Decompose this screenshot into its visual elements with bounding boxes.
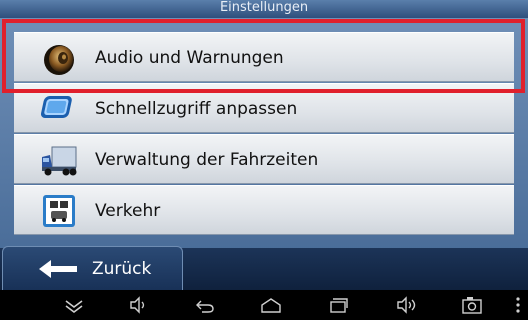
volume-down-icon[interactable] xyxy=(127,295,149,315)
back-button-label: Zurück xyxy=(92,259,152,279)
system-navigation-bar xyxy=(0,290,528,320)
menu-item-driving-times[interactable]: Verwaltung der Fahrzeiten xyxy=(14,134,514,184)
menu-item-shortcut[interactable]: Schnellzugriff anpassen xyxy=(14,83,514,133)
speaker-icon xyxy=(44,45,74,75)
shortcut-screen-icon xyxy=(40,96,72,118)
recent-apps-icon[interactable] xyxy=(327,295,349,315)
truck-icon xyxy=(42,146,77,176)
settings-screen: Einstellungen Audio und Warnungen Schnel… xyxy=(0,0,528,290)
menu-dots-icon[interactable] xyxy=(513,295,523,315)
page-title: Einstellungen xyxy=(0,0,528,18)
menu-item-label: Verkehr xyxy=(95,201,161,221)
collapse-icon[interactable] xyxy=(63,295,85,315)
menu-item-label: Verwaltung der Fahrzeiten xyxy=(95,150,319,170)
menu-item-label: Schnellzugriff anpassen xyxy=(95,99,298,119)
volume-up-icon[interactable] xyxy=(396,295,418,315)
arrow-left-icon xyxy=(39,260,77,278)
menu-item-audio-warnings[interactable]: Audio und Warnungen xyxy=(14,32,514,82)
menu-item-traffic[interactable]: Verkehr xyxy=(14,185,514,235)
traffic-icon xyxy=(43,195,75,227)
menu-item-label: Audio und Warnungen xyxy=(95,48,284,68)
home-icon[interactable] xyxy=(260,295,282,315)
screenshot-icon[interactable] xyxy=(461,295,483,315)
back-icon[interactable] xyxy=(194,295,216,315)
back-button[interactable]: Zurück xyxy=(2,246,183,290)
